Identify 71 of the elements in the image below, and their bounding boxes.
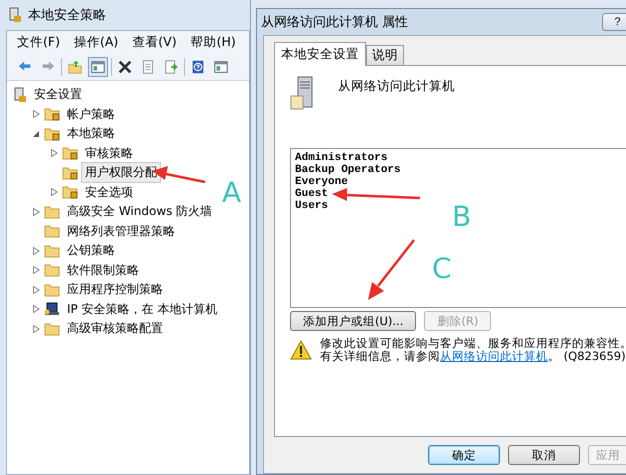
- folder-icon: [44, 224, 60, 238]
- server-icon: [290, 76, 314, 110]
- collapsed-triangle-icon[interactable]: [50, 149, 58, 158]
- window-title: 本地安全策略: [28, 7, 106, 24]
- tree-item[interactable]: 用户权限分配: [81, 162, 161, 184]
- annotation-letter: A: [222, 176, 242, 209]
- toolbar-button[interactable]: [88, 57, 108, 77]
- policy-app-icon: [8, 7, 22, 23]
- tree-item[interactable]: 软件限制策略: [63, 260, 143, 281]
- tree-item[interactable]: 公钥策略: [63, 240, 119, 262]
- document-arrow-icon: [163, 59, 179, 75]
- tab[interactable]: 本地安全设置: [274, 42, 366, 66]
- collapsed-triangle-icon[interactable]: [32, 324, 40, 333]
- list-item[interactable]: Backup Operators: [295, 164, 626, 176]
- collapsed-triangle-icon[interactable]: [32, 286, 40, 294]
- window-pane-icon: [90, 59, 106, 75]
- locked-folder-icon: [62, 185, 78, 200]
- tree-item[interactable]: 帐户策略: [63, 104, 119, 125]
- list-item[interactable]: Guest: [295, 188, 626, 200]
- tree-item[interactable]: 网络列表管理器策略: [63, 220, 179, 242]
- tree-item[interactable]: 高级审核策略配置: [63, 318, 167, 340]
- tree-item[interactable]: 应用程序控制策略: [63, 279, 167, 300]
- menu-item[interactable]: 操作(A): [74, 34, 118, 51]
- computer-network-icon: [44, 302, 60, 316]
- annotation-letter: C: [432, 252, 452, 285]
- delete-icon: [117, 59, 133, 75]
- collapsed-triangle-icon[interactable]: [32, 110, 40, 118]
- cancel-button[interactable]: 取消: [508, 445, 580, 465]
- document-icon: [140, 59, 156, 75]
- locked-folder-icon: [62, 146, 78, 160]
- help-button[interactable]: ?: [602, 13, 626, 31]
- policy-name: 从网络访问此计算机: [338, 78, 455, 95]
- help-icon: [190, 59, 206, 75]
- tree-item[interactable]: 高级安全 Windows 防火墙: [63, 201, 216, 222]
- tree-item[interactable]: 安全选项: [81, 182, 137, 203]
- menu-item[interactable]: 帮助(H): [190, 34, 236, 51]
- ok-button[interactable]: 确定: [428, 445, 500, 465]
- collapsed-triangle-icon[interactable]: [32, 305, 40, 314]
- folder-up-icon: [67, 59, 83, 75]
- locked-folder-icon: [44, 107, 60, 122]
- info-text: 有关详细信息，请参阅从网络访问此计算机。 (Q823659): [320, 350, 626, 363]
- locked-folder-icon: [62, 166, 78, 180]
- add-button[interactable]: 添加用户或组(U)...: [290, 311, 416, 331]
- tree-item[interactable]: 安全设置: [30, 84, 86, 106]
- tree-item[interactable]: 审核策略: [81, 142, 137, 164]
- list-item[interactable]: Everyone: [295, 176, 626, 188]
- menu-item[interactable]: 文件(F): [17, 34, 60, 51]
- tree-item[interactable]: IP 安全策略，在 本地计算机: [63, 298, 222, 320]
- collapsed-triangle-icon[interactable]: [32, 266, 40, 274]
- folder-icon: [44, 244, 60, 258]
- collapsed-triangle-icon[interactable]: [32, 208, 40, 216]
- annotation-letter: B: [452, 200, 472, 233]
- list-item[interactable]: Administrators: [295, 152, 626, 164]
- folder-icon: [44, 263, 60, 278]
- tab[interactable]: 说明: [366, 45, 404, 66]
- expanded-triangle-icon[interactable]: [32, 130, 40, 138]
- collapsed-triangle-icon[interactable]: [32, 246, 40, 255]
- folder-icon: [44, 322, 60, 336]
- warning-icon: [290, 340, 312, 360]
- policy-link[interactable]: 从网络访问此计算机: [440, 349, 548, 363]
- menu-item[interactable]: 查看(V): [132, 34, 177, 51]
- locked-folder-icon: [44, 126, 60, 141]
- dialog-title: 从网络访问此计算机 属性: [261, 14, 408, 31]
- warning-text: 修改此设置可能影响与客户端、服务和应用程序的兼容性。: [320, 337, 626, 350]
- folder-icon: [44, 282, 60, 297]
- collapsed-triangle-icon[interactable]: [50, 188, 58, 196]
- annotation-arrow: [368, 239, 415, 300]
- policy-app-icon: [13, 86, 27, 103]
- folder-icon: [44, 204, 60, 219]
- window-pane-icon: [213, 59, 229, 75]
- tree-item[interactable]: 本地策略: [63, 123, 119, 144]
